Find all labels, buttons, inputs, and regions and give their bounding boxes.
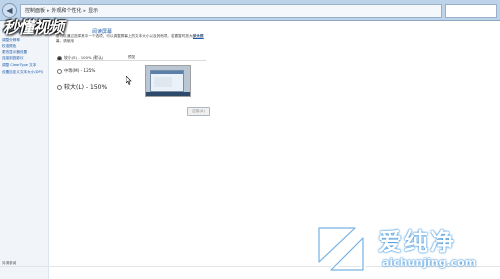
breadcrumb-item[interactable]: 显示 xyxy=(88,8,98,14)
title-bar: ◀ 控制面板 ▸ 外观和个性化 ▸ 显示 xyxy=(0,0,500,21)
option-large-label: 较大(L) - 150% xyxy=(64,84,108,91)
sidebar-item-display-settings[interactable]: 更改显示器设置 xyxy=(2,50,50,55)
apply-button[interactable]: 应用(A) xyxy=(187,107,210,116)
mouse-cursor-icon xyxy=(126,76,132,85)
option-medium-label: 中等(M) - 125% xyxy=(64,68,96,73)
preview-window-titlebar xyxy=(151,71,183,74)
sidebar: 控制面板主页 调整分辨率 校准颜色 更改显示器设置 连接到投影仪 调整 Clea… xyxy=(0,21,49,279)
preview-image xyxy=(145,65,191,97)
watermark-logo-icon xyxy=(316,225,366,273)
sidebar-item-resolution[interactable]: 调整分辨率 xyxy=(2,38,50,43)
sidebar-item-cleartype[interactable]: 调整 ClearType 文本 xyxy=(2,63,50,68)
description-text: 您可以通过选择其中一个选项，可以调整屏幕上的文本大小以及其他项。若要暂时放大部分… xyxy=(56,34,204,43)
video-logo: 秒懂视频 xyxy=(3,18,64,37)
sidebar-item-projector[interactable]: 连接到投影仪 xyxy=(2,56,50,61)
sidebar-item-custom-dpi[interactable]: 设置自定义文本大小(DPI) xyxy=(2,70,50,75)
radio-icon[interactable] xyxy=(57,68,62,74)
magnifier-link[interactable]: 放大镜 xyxy=(193,34,204,39)
preview-window-body xyxy=(154,77,172,87)
divider xyxy=(56,60,206,61)
option-large[interactable]: 较大(L) - 150% xyxy=(57,82,107,91)
watermark-url: aichunjing.com xyxy=(382,256,477,269)
watermark-text: 爱纯净 xyxy=(378,228,456,256)
option-medium[interactable]: 中等(M) - 125% xyxy=(57,68,95,74)
search-input[interactable] xyxy=(445,4,497,18)
sidebar-item-calibrate[interactable]: 校准颜色 xyxy=(2,44,50,49)
address-bar[interactable]: 控制面板 ▸ 外观和个性化 ▸ 显示 xyxy=(20,4,442,18)
breadcrumb-separator-icon: ▸ xyxy=(83,8,87,14)
radio-icon[interactable] xyxy=(57,85,62,90)
preview-taskbar xyxy=(146,92,190,96)
preview-window xyxy=(150,70,184,92)
